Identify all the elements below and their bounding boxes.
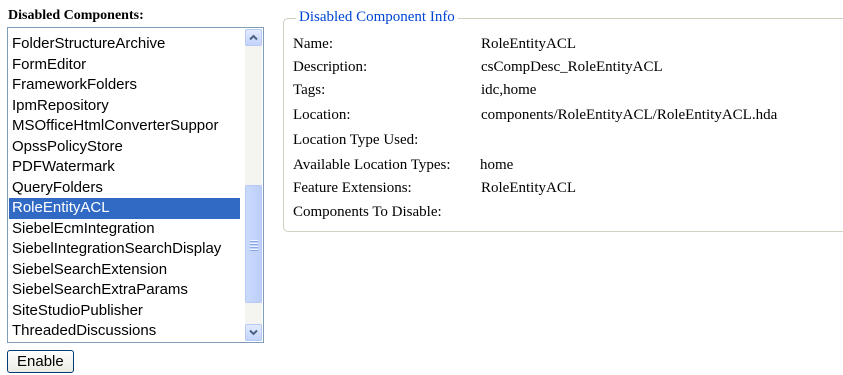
list-item-opsspolicystore[interactable]: OpssPolicyStore xyxy=(9,137,240,158)
info-label: Available Location Types: xyxy=(293,157,451,173)
info-value: components/RoleEntityACL/RoleEntityACL.h… xyxy=(481,107,778,123)
info-label: Name: xyxy=(293,36,333,52)
list-item-formeditor[interactable]: FormEditor xyxy=(9,55,240,76)
disabled-components-list: FolderStructureArchive FormEditor Framew… xyxy=(9,34,240,342)
disabled-components-listbox[interactable]: FolderStructureArchive FormEditor Framew… xyxy=(7,27,264,343)
enable-button[interactable]: Enable xyxy=(7,350,74,373)
list-item-siebelsearchextension[interactable]: SiebelSearchExtension xyxy=(9,260,240,281)
info-value: home xyxy=(480,157,514,173)
info-value: RoleEntityACL xyxy=(481,180,576,196)
list-item-siebelsearchextraparams[interactable]: SiebelSearchExtraParams xyxy=(9,280,240,301)
list-item-frameworkfolders[interactable]: FrameworkFolders xyxy=(9,75,240,96)
list-item-ipmrepository[interactable]: IpmRepository xyxy=(9,96,240,117)
scroll-up-button[interactable] xyxy=(245,29,262,46)
info-label: Location Type Used: xyxy=(293,132,419,148)
info-label: Components To Disable: xyxy=(293,204,442,220)
list-item-sitestudiopublisher[interactable]: SiteStudioPublisher xyxy=(9,301,240,322)
info-value: idc,home xyxy=(481,82,537,98)
scroll-thumb[interactable] xyxy=(245,185,262,303)
list-item-siebelecmintegration[interactable]: SiebelEcmIntegration xyxy=(9,219,240,240)
list-item-pdfwatermark[interactable]: PDFWatermark xyxy=(9,157,240,178)
info-value: csCompDesc_RoleEntityACL xyxy=(481,59,663,75)
list-item-roleentityacl[interactable]: RoleEntityACL xyxy=(9,198,240,219)
chevron-down-icon xyxy=(249,329,258,336)
info-value: RoleEntityACL xyxy=(481,36,576,52)
info-label: Location: xyxy=(293,107,351,123)
info-label: Description: xyxy=(293,59,368,75)
disabled-components-heading: Disabled Components: xyxy=(8,8,144,23)
list-item-siebelintegrationsearchdisplay[interactable]: SiebelIntegrationSearchDisplay xyxy=(9,239,240,260)
list-scrollbar[interactable] xyxy=(245,29,262,341)
scroll-down-button[interactable] xyxy=(245,324,262,341)
list-item-msofficehtmlconvertersupport[interactable]: MSOfficeHtmlConverterSuppor xyxy=(9,116,240,137)
info-label: Feature Extensions: xyxy=(293,180,412,196)
list-item-threadeddiscussions[interactable]: ThreadedDiscussions xyxy=(9,321,240,342)
info-label: Tags: xyxy=(293,82,326,98)
chevron-up-icon xyxy=(249,34,258,41)
grip-icon xyxy=(250,240,258,252)
list-item-folderstructurearchive[interactable]: FolderStructureArchive xyxy=(9,34,240,55)
list-item-queryfolders[interactable]: QueryFolders xyxy=(9,178,240,199)
component-info-legend: Disabled Component Info xyxy=(296,9,458,26)
